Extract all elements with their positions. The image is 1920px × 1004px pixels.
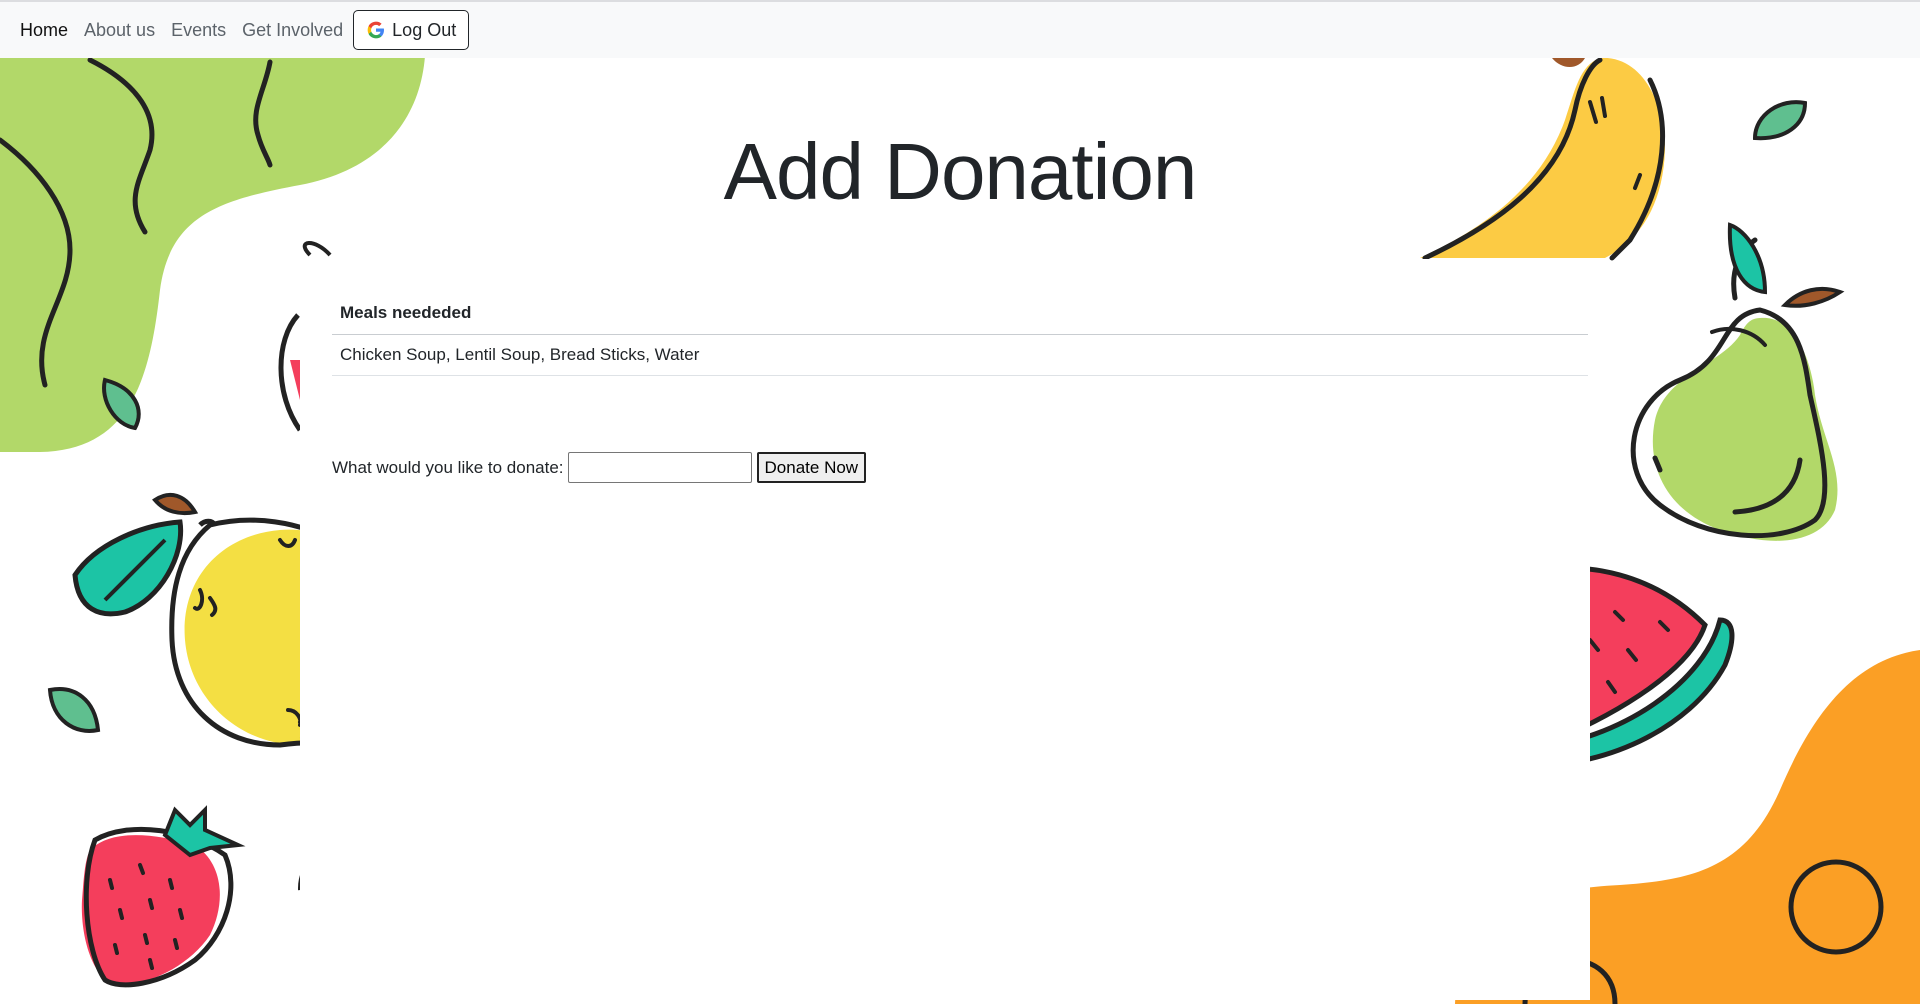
page-title: Add Donation [723, 127, 1198, 216]
logout-button[interactable]: Log Out [353, 10, 470, 50]
pear-icon [1652, 317, 1838, 541]
logout-label: Log Out [392, 19, 457, 40]
donate-form: What would you like to donate: Donate No… [332, 452, 867, 483]
donate-now-button[interactable]: Donate Now [756, 452, 867, 483]
nav-get-involved-link[interactable]: Get Involved [242, 18, 343, 42]
meals-cell: Chicken Soup, Lentil Soup, Bread Sticks,… [332, 334, 1588, 376]
google-icon [367, 21, 385, 39]
meals-header: Meals neededed [332, 293, 1588, 335]
donate-input[interactable] [567, 452, 752, 483]
nav-events-link[interactable]: Events [171, 18, 226, 42]
nav-home-link[interactable]: Home [20, 18, 68, 42]
donate-label: What would you like to donate: [332, 457, 564, 477]
top-navbar: Home About us Events Get Involved Log Ou… [0, 0, 1920, 58]
meals-table: Meals neededed Chicken Soup, Lentil Soup… [332, 293, 1588, 376]
table-header-row: Meals neededed [332, 293, 1588, 335]
table-row: Chicken Soup, Lentil Soup, Bread Sticks,… [332, 334, 1588, 376]
nav-about-link[interactable]: About us [84, 18, 155, 42]
